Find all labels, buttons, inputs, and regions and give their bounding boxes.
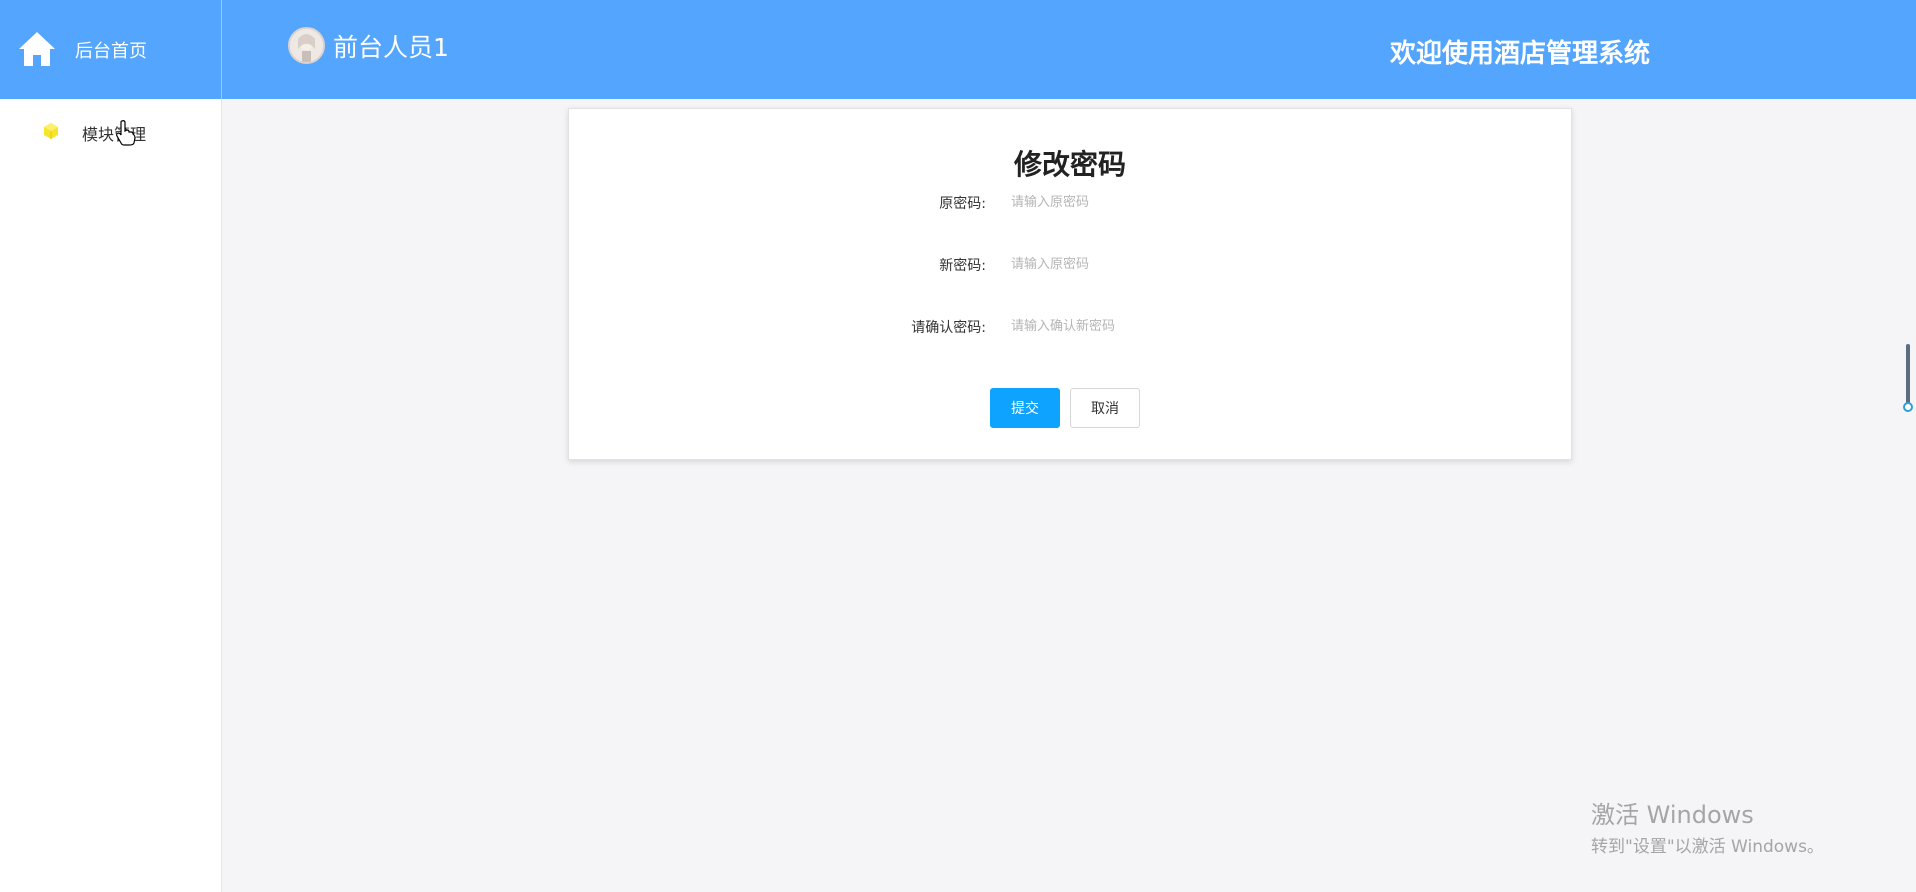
cube-icon bbox=[44, 123, 58, 139]
home-label: 后台首页 bbox=[75, 41, 147, 62]
watermark-subtitle: 转到"设置"以激活 Windows。 bbox=[1591, 837, 1824, 857]
user-info[interactable]: 前台人员1 bbox=[288, 27, 449, 64]
confirm-password-row: 请确认密码: bbox=[569, 311, 1571, 341]
old-password-label: 原密码: bbox=[939, 196, 986, 212]
sidebar-item-label: 模块管理 bbox=[82, 125, 147, 144]
new-password-input[interactable] bbox=[1011, 249, 1311, 279]
windows-activation-watermark: 激活 Windows 转到"设置"以激活 Windows。 bbox=[1591, 795, 1824, 857]
new-password-label: 新密码: bbox=[939, 258, 986, 274]
cancel-button[interactable]: 取消 bbox=[1070, 388, 1140, 428]
hand-cursor-icon bbox=[116, 120, 136, 146]
page-title: 修改密码 bbox=[1013, 148, 1126, 181]
user-name: 前台人员1 bbox=[333, 32, 449, 62]
confirm-password-label: 请确认密码: bbox=[911, 320, 986, 336]
scroll-handle[interactable] bbox=[1903, 344, 1913, 414]
submit-button[interactable]: 提交 bbox=[990, 388, 1060, 428]
top-header: 后台首页 前台人员1 欢迎使用酒店管理系统 bbox=[0, 0, 1916, 99]
sidebar-item-module-management[interactable]: 模块管理 bbox=[0, 111, 222, 151]
home-icon bbox=[19, 32, 55, 66]
old-password-input[interactable] bbox=[1011, 187, 1311, 217]
avatar[interactable] bbox=[288, 27, 325, 64]
watermark-title: 激活 Windows bbox=[1591, 801, 1754, 829]
old-password-row: 原密码: bbox=[569, 187, 1571, 217]
new-password-row: 新密码: bbox=[569, 249, 1571, 279]
welcome-title: 欢迎使用酒店管理系统 bbox=[1390, 39, 1651, 69]
sidebar: 模块管理 bbox=[0, 99, 222, 892]
confirm-password-input[interactable] bbox=[1011, 311, 1311, 341]
home-link[interactable]: 后台首页 bbox=[0, 0, 222, 99]
change-password-card: 修改密码 原密码: 新密码: 请确认密码: 提交 取消 bbox=[568, 108, 1572, 460]
